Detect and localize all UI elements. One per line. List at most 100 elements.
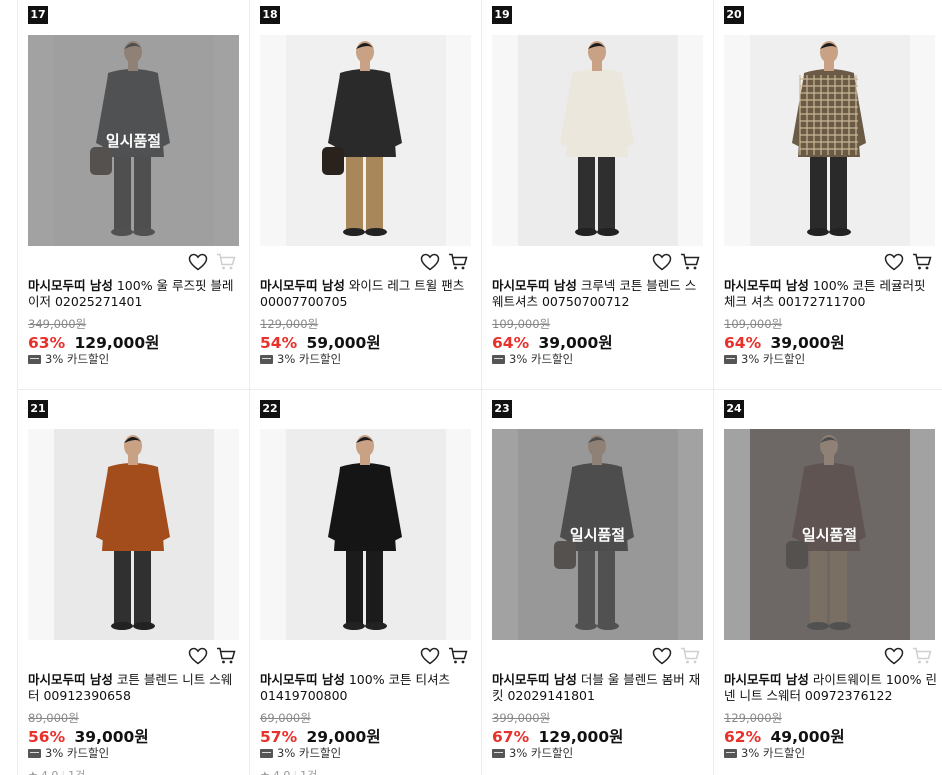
price-line: 64% 39,000원 <box>724 331 845 353</box>
product-title[interactable]: 마시모두띠 남성 와이드 레그 트윌 팬츠 00007700705 <box>260 278 475 310</box>
product-image[interactable]: 일시품절 <box>28 429 239 640</box>
rank-badge: 23 <box>492 400 512 418</box>
card-discount-label: 3% 카드할인 <box>45 746 110 760</box>
product-card[interactable]: 24 일시품절 마시모두띠 남성 라이트웨이트 100% 린넨 니트 스웨터 0… <box>714 394 942 775</box>
cart-icon[interactable] <box>912 647 932 665</box>
sale-price: 129,000원 <box>538 728 624 746</box>
product-image[interactable]: 일시품절 <box>260 35 471 246</box>
product-card[interactable]: 21 일시품절 마시모두띠 남성 코튼 블렌드 니트 스웨터 009123906… <box>18 394 250 775</box>
rating-score: 4.0 <box>40 768 59 775</box>
discount-rate: 54% <box>260 334 298 352</box>
cart-icon[interactable] <box>912 253 932 271</box>
sale-price: 129,000원 <box>74 334 160 352</box>
product-title[interactable]: 마시모두띠 남성 더블 울 블렌드 봄버 재킷 02029141801 <box>492 672 707 704</box>
product-image[interactable]: 일시품절 <box>724 429 935 640</box>
sold-out-overlay: 일시품절 <box>492 429 703 640</box>
heart-icon[interactable] <box>884 253 904 271</box>
rating-separator: | <box>61 768 66 775</box>
heart-icon[interactable] <box>420 647 440 665</box>
brand-name: 마시모두띠 남성 <box>28 672 113 687</box>
card-discount-label: 3% 카드할인 <box>45 352 110 366</box>
cart-icon[interactable] <box>216 253 236 271</box>
cart-icon[interactable] <box>680 647 700 665</box>
brand-name: 마시모두띠 남성 <box>260 278 345 293</box>
rank-badge: 24 <box>724 400 744 418</box>
discount-rate: 62% <box>724 728 762 746</box>
credit-card-icon <box>492 354 505 364</box>
discount-rate: 64% <box>724 334 762 352</box>
card-discount-label: 3% 카드할인 <box>509 746 574 760</box>
product-title[interactable]: 마시모두띠 남성 100% 울 루즈핏 블레이저 02025271401 <box>28 278 243 310</box>
card-discount-label: 3% 카드할인 <box>741 352 806 366</box>
product-image[interactable]: 일시품절 <box>492 429 703 640</box>
product-image[interactable]: 일시품절 <box>492 35 703 246</box>
model-photo <box>28 429 239 640</box>
heart-icon[interactable] <box>884 647 904 665</box>
product-card[interactable]: 17 일시품절 마시모두띠 남성 100% 울 루즈핏 블레이저 0202527… <box>18 0 250 394</box>
sale-price: 29,000원 <box>306 728 381 746</box>
discount-rate: 67% <box>492 728 530 746</box>
cart-icon[interactable] <box>216 647 236 665</box>
original-price: 129,000원 <box>260 317 319 331</box>
card-discount: 3% 카드할인 <box>492 745 573 761</box>
card-discount: 3% 카드할인 <box>28 351 109 367</box>
card-discount-label: 3% 카드할인 <box>277 352 342 366</box>
sold-out-overlay: 일시품절 <box>724 429 935 640</box>
rank-badge: 21 <box>28 400 48 418</box>
original-price: 69,000원 <box>260 711 311 725</box>
card-discount: 3% 카드할인 <box>492 351 573 367</box>
product-title[interactable]: 마시모두띠 남성 라이트웨이트 100% 린넨 니트 스웨터 009723761… <box>724 672 939 704</box>
product-card[interactable]: 18 일시품절 마시모두띠 남성 와이드 레그 트윌 팬츠 0000770070… <box>250 0 482 394</box>
brand-name: 마시모두띠 남성 <box>260 672 345 687</box>
product-title[interactable]: 마시모두띠 남성 100% 코튼 레귤러핏 체크 셔츠 00172711700 <box>724 278 939 310</box>
product-image[interactable]: 일시품절 <box>260 429 471 640</box>
brand-name: 마시모두띠 남성 <box>724 278 809 293</box>
price-line: 54% 59,000원 <box>260 331 381 353</box>
heart-icon[interactable] <box>188 647 208 665</box>
original-price: 129,000원 <box>724 711 783 725</box>
sale-price: 39,000원 <box>770 334 845 352</box>
credit-card-icon <box>724 748 737 758</box>
product-image[interactable]: 일시품절 <box>724 35 935 246</box>
price-line: 57% 29,000원 <box>260 725 381 747</box>
brand-name: 마시모두띠 남성 <box>492 278 577 293</box>
sold-out-label: 일시품절 <box>801 526 858 544</box>
rating-separator: | <box>293 768 298 775</box>
product-card[interactable]: 22 일시품절 마시모두띠 남성 100% 코튼 티셔츠 01419700800… <box>250 394 482 775</box>
original-price: 349,000원 <box>28 317 87 331</box>
sale-price: 39,000원 <box>538 334 613 352</box>
product-title[interactable]: 마시모두띠 남성 100% 코튼 티셔츠 01419700800 <box>260 672 475 704</box>
card-discount: 3% 카드할인 <box>260 351 341 367</box>
card-discount-label: 3% 카드할인 <box>277 746 342 760</box>
cart-icon[interactable] <box>680 253 700 271</box>
rank-badge: 19 <box>492 6 512 24</box>
discount-rate: 56% <box>28 728 66 746</box>
rating: ★ 4.0 | 1건 <box>260 767 317 775</box>
sale-price: 39,000원 <box>74 728 149 746</box>
heart-icon[interactable] <box>420 253 440 271</box>
review-count: 1건 <box>68 767 85 775</box>
rank-badge: 17 <box>28 6 48 24</box>
product-card[interactable]: 19 일시품절 마시모두띠 남성 크루넥 코튼 블렌드 스웨트셔츠 007507… <box>482 0 714 394</box>
cart-icon[interactable] <box>448 253 468 271</box>
cart-icon[interactable] <box>448 647 468 665</box>
card-discount: 3% 카드할인 <box>724 351 805 367</box>
card-discount: 3% 카드할인 <box>724 745 805 761</box>
model-photo <box>260 35 471 246</box>
product-image[interactable]: 일시품절 <box>28 35 239 246</box>
star-icon: ★ <box>260 768 270 775</box>
heart-icon[interactable] <box>652 647 672 665</box>
product-card[interactable]: 23 일시품절 마시모두띠 남성 더블 울 블렌드 봄버 재킷 02029141… <box>482 394 714 775</box>
product-title[interactable]: 마시모두띠 남성 크루넥 코튼 블렌드 스웨트셔츠 00750700712 <box>492 278 707 310</box>
heart-icon[interactable] <box>188 253 208 271</box>
rank-badge: 22 <box>260 400 280 418</box>
rank-badge: 20 <box>724 6 744 24</box>
sale-price: 49,000원 <box>770 728 845 746</box>
brand-name: 마시모두띠 남성 <box>28 278 113 293</box>
discount-rate: 64% <box>492 334 530 352</box>
discount-rate: 57% <box>260 728 298 746</box>
discount-rate: 63% <box>28 334 66 352</box>
heart-icon[interactable] <box>652 253 672 271</box>
product-card[interactable]: 20 일시품절 마시모두띠 남성 100% 코튼 레귤러핏 체크 셔츠 0017… <box>714 0 942 394</box>
product-title[interactable]: 마시모두띠 남성 코튼 블렌드 니트 스웨터 00912390658 <box>28 672 243 704</box>
